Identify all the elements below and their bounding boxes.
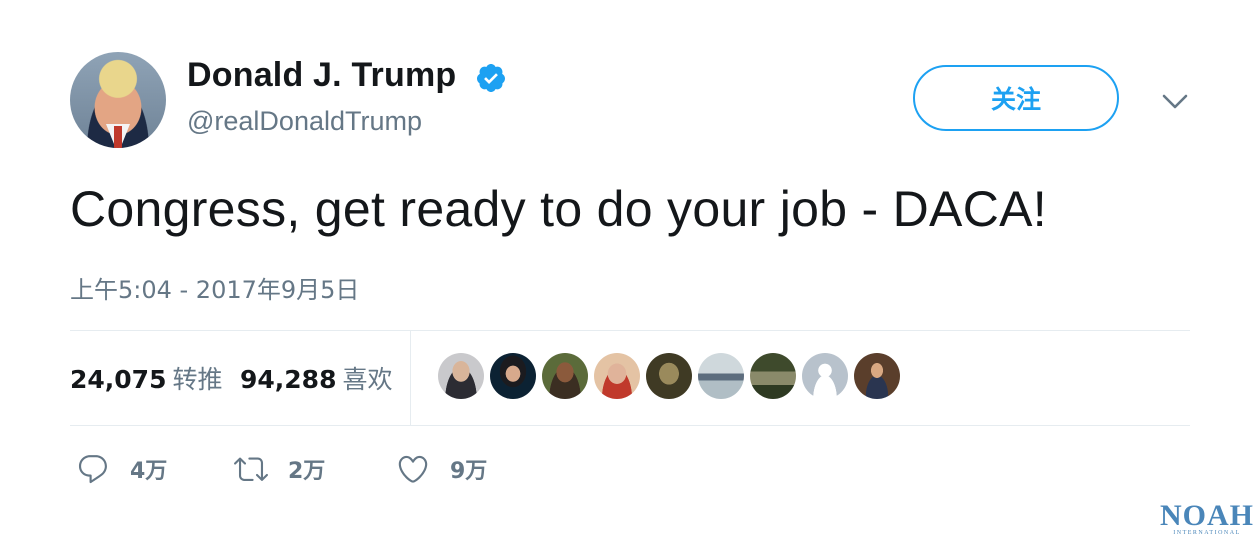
follow-button[interactable]: 关注 — [913, 65, 1119, 131]
likes-stat[interactable]: 94,288 喜欢 — [240, 360, 393, 396]
retweets-count: 24,075 — [70, 365, 167, 394]
chevron-down-icon[interactable] — [1160, 88, 1190, 114]
retweet-button[interactable]: 2万 — [234, 452, 325, 486]
verified-badge-icon — [476, 64, 505, 92]
watermark-name: NOAH — [1160, 499, 1254, 532]
author-avatar[interactable] — [70, 52, 166, 148]
author-handle[interactable]: @realDonaldTrump — [187, 106, 422, 137]
tweet-timestamp[interactable]: 上午5:04 - 2017年9月5日 — [70, 270, 359, 305]
stats-separator — [410, 331, 411, 425]
watermark-sub: INTERNATIONAL — [1173, 530, 1241, 536]
divider — [70, 330, 1190, 331]
tweet-text: Congress, get ready to do your job - DAC… — [70, 181, 1047, 237]
likes-count: 94,288 — [240, 365, 337, 394]
liker-avatar[interactable] — [750, 353, 796, 399]
reply-button[interactable]: 4万 — [76, 452, 167, 486]
retweet-icon — [234, 457, 268, 481]
liker-avatar[interactable] — [646, 353, 692, 399]
reply-count: 4万 — [130, 459, 168, 484]
tweet-card: Donald J. Trump @realDonaldTrump 关注 Cong… — [0, 0, 1260, 538]
retweet-count: 2万 — [288, 459, 326, 484]
heart-icon — [398, 455, 428, 483]
liker-avatar[interactable] — [490, 353, 536, 399]
avatar-tie — [114, 126, 122, 148]
liker-avatar[interactable] — [802, 353, 848, 399]
divider — [70, 425, 1190, 426]
noah-watermark-logo: NOAH INTERNATIONAL — [1160, 499, 1254, 537]
liker-avatar[interactable] — [438, 353, 484, 399]
liker-avatar[interactable] — [854, 353, 900, 399]
likers-avatars — [438, 353, 900, 399]
like-button[interactable]: 9万 — [396, 452, 487, 486]
author-display-name[interactable]: Donald J. Trump — [187, 56, 456, 95]
liker-avatar[interactable] — [542, 353, 588, 399]
liker-avatar[interactable] — [594, 353, 640, 399]
likes-label: 喜欢 — [342, 365, 393, 394]
retweets-stat[interactable]: 24,075 转推 — [70, 360, 223, 396]
liker-avatar[interactable] — [698, 353, 744, 399]
reply-icon — [78, 455, 107, 484]
retweets-label: 转推 — [172, 365, 223, 394]
like-count: 9万 — [450, 459, 488, 484]
